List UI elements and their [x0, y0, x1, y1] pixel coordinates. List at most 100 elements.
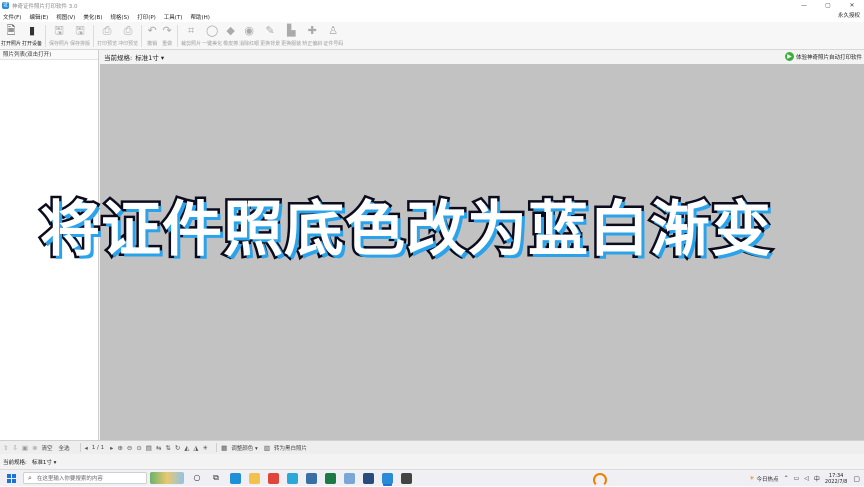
- open-photo-button[interactable]: 🗎 打开照片: [1, 22, 21, 47]
- zoom-fit-icon[interactable]: ⊙: [136, 444, 141, 452]
- search-highlight-image[interactable]: [150, 472, 184, 484]
- palette-icon: ▦: [221, 443, 228, 452]
- toolbar-label: 保存排版: [70, 41, 91, 47]
- toolbar-label: 橡皮擦: [223, 41, 239, 47]
- close-button[interactable]: ✕: [840, 0, 864, 11]
- menu-edit[interactable]: 编辑(E): [29, 13, 48, 21]
- redeye-button[interactable]: ◉ 消除红眼: [239, 22, 259, 47]
- maximize-button[interactable]: ▢: [816, 0, 840, 11]
- menu-view[interactable]: 视图(V): [56, 13, 75, 21]
- notification-icon[interactable]: ▢: [853, 475, 860, 483]
- minimize-button[interactable]: —: [792, 0, 816, 11]
- correct-tilt-button[interactable]: ✚ 矫正偏斜: [302, 22, 322, 47]
- bottom-toolbar: ⇧ ⇩ ▣ ⊗ 清空 全选 ◂ 1 / 1 ▸ ⊕ ⊖ ⊙ ▤ ⇆ ⇅ ↻ ◭ …: [0, 440, 864, 454]
- save-photo-button[interactable]: 🖫 保存照片: [49, 22, 69, 47]
- media-app-icon[interactable]: [401, 472, 412, 484]
- change-clothes-button[interactable]: ▙ 更换服装: [281, 22, 301, 47]
- separator: [216, 443, 218, 452]
- actual-size-icon[interactable]: ▤: [146, 444, 152, 452]
- menu-spec[interactable]: 规格(S): [110, 13, 129, 21]
- taskbar-search[interactable]: ⌕ 在这里输入你要搜索的内容: [23, 472, 147, 484]
- save-photo-icon: 🖫: [54, 24, 64, 37]
- redeye-icon: ◉: [244, 24, 254, 37]
- flip-vertical-icon[interactable]: ⇅: [165, 444, 170, 452]
- redo-button[interactable]: ↷ 重做: [160, 22, 174, 47]
- toolbar-label: 一键美化: [202, 41, 223, 47]
- flip-horizontal-icon[interactable]: ⇆: [156, 444, 161, 452]
- start-button[interactable]: [4, 470, 18, 487]
- toolbar-label: 裁剪照片: [181, 41, 202, 47]
- color-adjust-dropdown[interactable]: 调整颜色 ▾: [231, 444, 258, 452]
- change-bg-button[interactable]: ✎ 更换背景: [260, 22, 280, 47]
- weather-icon[interactable]: ☀: [749, 475, 754, 482]
- menu-help[interactable]: 帮助(H): [190, 13, 209, 21]
- brightness-icon[interactable]: ☀: [202, 444, 208, 452]
- zoom-in-icon[interactable]: ⊕: [117, 444, 122, 452]
- beautify-button[interactable]: ◯ 一键美化: [202, 22, 222, 47]
- toolbar-label: 更换服装: [281, 41, 302, 47]
- convert-bw-button[interactable]: 转为黑白照片: [274, 444, 307, 452]
- network-icon[interactable]: ▭: [794, 475, 800, 482]
- move-down-icon[interactable]: ⇩: [12, 444, 17, 452]
- menu-beautify[interactable]: 美化(B): [83, 13, 102, 21]
- toolbar-label: 证件号码: [323, 41, 344, 47]
- next-page-icon[interactable]: ▸: [110, 444, 113, 452]
- crop-icon: ⌗: [187, 24, 195, 37]
- change-bg-icon: ✎: [265, 24, 275, 37]
- save-layout-button[interactable]: 🖫 保存排版: [70, 22, 90, 47]
- news-label[interactable]: 今日热点: [757, 475, 779, 483]
- toolbar-separator: [93, 25, 95, 47]
- menu-print[interactable]: 打印(P): [137, 13, 156, 21]
- duplicate-icon[interactable]: ▣: [22, 444, 28, 452]
- chevron-up-icon[interactable]: ⌃: [784, 475, 789, 482]
- volume-icon[interactable]: ◁: [804, 475, 809, 482]
- cortana-icon[interactable]: ○: [191, 472, 203, 484]
- file-explorer-app-icon[interactable]: [249, 472, 260, 484]
- prev-page-icon[interactable]: ◂: [85, 444, 88, 452]
- photo-canvas[interactable]: [100, 64, 864, 440]
- license-label[interactable]: 永久授权: [838, 11, 860, 22]
- id-photo-app-icon[interactable]: [382, 472, 393, 484]
- promo-link[interactable]: ▶ 体验神奇照片自动打印软件: [784, 52, 862, 61]
- undo-button[interactable]: ↶ 撤销: [145, 22, 159, 47]
- settings-app-icon[interactable]: [306, 472, 317, 484]
- rotate-icon[interactable]: ↻: [175, 444, 180, 452]
- zoom-out-icon[interactable]: ⊖: [127, 444, 132, 452]
- device-button[interactable]: ▮ 打开设备: [22, 22, 42, 47]
- print-preview-button[interactable]: ⎙ 打印预览: [97, 22, 117, 47]
- clock-date: 2022/7/8: [824, 478, 848, 485]
- photo-app-icon[interactable]: [363, 472, 374, 484]
- id-number-icon: ♙: [328, 24, 339, 37]
- notepad-app-icon[interactable]: [344, 472, 355, 484]
- save-layout-icon: 🖫: [75, 24, 85, 37]
- mirror-left-icon[interactable]: ◭: [184, 444, 189, 452]
- mirror-right-icon[interactable]: ◮: [193, 444, 198, 452]
- status-spec-dropdown[interactable]: 标准1寸 ▾: [32, 458, 57, 466]
- clear-button[interactable]: 清空: [42, 444, 53, 452]
- window-title: 神奇证件照片打印软件 3.0: [12, 3, 78, 10]
- chrome-app-icon[interactable]: [268, 472, 279, 484]
- toolbar-separator: [141, 25, 143, 47]
- photo-print-button[interactable]: ⎙ 冲印预览: [118, 22, 138, 47]
- delete-icon[interactable]: ⊗: [32, 444, 37, 452]
- eraser-icon: ◆: [226, 24, 235, 37]
- excel-app-icon[interactable]: [325, 472, 336, 484]
- crop-button[interactable]: ⌗ 裁剪照片: [181, 22, 201, 47]
- select-all-button[interactable]: 全选: [59, 444, 70, 452]
- task-view-icon[interactable]: ⧉: [210, 472, 222, 484]
- photo-list-panel: 照片列表(双击打开): [0, 50, 99, 440]
- spec-dropdown[interactable]: 标准1寸 ▾: [135, 52, 164, 62]
- menu-file[interactable]: 文件(F): [3, 13, 21, 21]
- beautify-icon: ◯: [205, 24, 219, 37]
- menu-tools[interactable]: 工具(T): [164, 13, 183, 21]
- clock[interactable]: 17:34 2022/7/8: [825, 473, 847, 485]
- id-number-button[interactable]: ♙ 证件号码: [323, 22, 343, 47]
- input-method-icon[interactable]: 中: [814, 474, 820, 483]
- edge-dev-app-icon[interactable]: [287, 472, 298, 484]
- eraser-button[interactable]: ◆ 橡皮擦: [223, 22, 238, 47]
- open-photo-icon: 🗎: [6, 24, 16, 37]
- edge-app-icon[interactable]: [230, 472, 241, 484]
- photo-list-header: 照片列表(双击打开): [0, 50, 98, 60]
- move-up-icon[interactable]: ⇧: [3, 444, 8, 452]
- status-bar: 当前规格: 标准1寸 ▾: [0, 455, 864, 468]
